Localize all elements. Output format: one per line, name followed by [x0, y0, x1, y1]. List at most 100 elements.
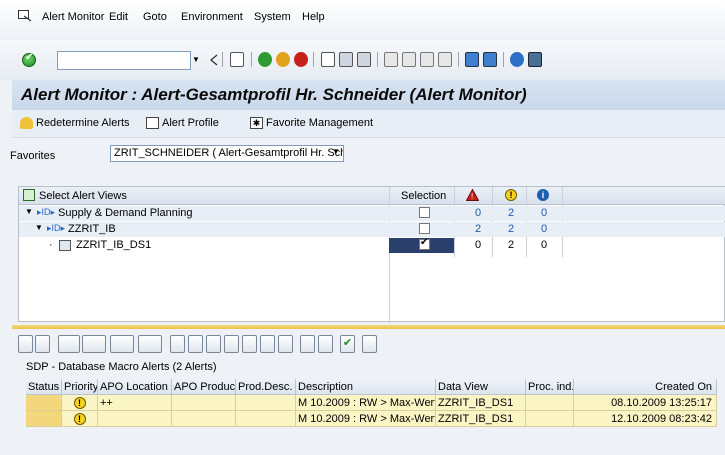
tree-row[interactable]: · ZZRIT_IB_DS1 0 2 0 [19, 237, 725, 253]
menu-system[interactable]: System [254, 11, 291, 23]
column-created-on[interactable]: Created On [574, 379, 717, 395]
application-toolbar: Redetermine Alerts Alert Profile ✱ Favor… [12, 110, 725, 138]
layout-menu-icon[interactable] [528, 52, 542, 67]
table-cell[interactable]: ZZRIT_IB_DS1 [436, 395, 526, 411]
details-icon[interactable] [18, 335, 33, 353]
export-icon[interactable] [110, 335, 134, 353]
warning-priority-icon: ! [505, 189, 517, 201]
command-field[interactable] [57, 51, 191, 70]
splitter[interactable] [12, 325, 725, 329]
toolbar-separator [458, 52, 459, 67]
alv-title: SDP - Database Macro Alerts (2 Alerts) [26, 361, 217, 373]
tree-row[interactable]: ▼ ▸ID▸ Supply & Demand Planning 0 2 0 [19, 206, 725, 221]
menu-help[interactable]: Help [302, 11, 325, 23]
menu-bar: Alert Monitor Edit Goto Environment Syst… [0, 0, 725, 40]
history-back-icon[interactable] [210, 54, 218, 66]
email-icon[interactable] [206, 335, 221, 353]
column-apo-location[interactable]: APO Location [98, 379, 172, 395]
chevron-down-icon[interactable]: ▼ [330, 147, 342, 160]
find-next-icon[interactable] [357, 52, 371, 67]
table-cell[interactable]: 12.10.2009 08:23:42 [574, 411, 717, 427]
menu-edit[interactable]: Edit [109, 11, 128, 23]
lock-icon[interactable] [260, 335, 275, 353]
window-menu-icon[interactable] [18, 10, 32, 22]
postpone-icon[interactable] [224, 335, 239, 353]
selection-checkbox[interactable] [419, 237, 430, 250]
cancel-icon[interactable] [294, 52, 308, 67]
tree-node-label: ZZRIT_IB_DS1 [76, 239, 152, 251]
navigate-icon[interactable] [318, 335, 333, 353]
column-status[interactable]: Status [26, 379, 62, 395]
check-icon[interactable]: ✔ [340, 335, 355, 353]
menu-goto[interactable]: Goto [143, 11, 167, 23]
column-priority[interactable]: Priority [62, 379, 98, 395]
table-cell[interactable]: ZZRIT_IB_DS1 [436, 411, 526, 427]
shortcut-icon[interactable] [483, 52, 497, 67]
redetermine-alerts-button[interactable]: Redetermine Alerts [20, 117, 130, 129]
table-cell[interactable]: 08.10.2009 13:25:17 [574, 395, 717, 411]
assign-icon[interactable] [278, 335, 293, 353]
selection-checkbox[interactable] [419, 207, 430, 218]
save-icon[interactable] [230, 52, 244, 67]
table-cell[interactable] [526, 395, 574, 411]
exit-icon[interactable] [276, 52, 290, 67]
select-views-icon[interactable] [23, 189, 35, 201]
error-priority-icon: ! [466, 189, 479, 201]
table-cell[interactable] [172, 411, 236, 427]
tree-row[interactable]: ▼ ▸ID▸ ZZRIT_IB 2 2 0 [19, 222, 725, 237]
close-alert-icon[interactable] [170, 335, 185, 353]
table-cell[interactable]: M 10.2009 : RW > Max-Wert [296, 395, 436, 411]
table-row-status[interactable] [26, 411, 62, 427]
expand-node-icon[interactable]: ▼ [25, 207, 33, 216]
next-page-icon[interactable] [420, 52, 434, 67]
favorite-icon[interactable] [242, 335, 257, 353]
delete-icon[interactable] [188, 335, 203, 353]
layout-icon[interactable] [138, 335, 162, 353]
views-icon[interactable] [82, 335, 106, 353]
column-data-view[interactable]: Data View [436, 379, 526, 395]
alert-profile-button[interactable]: Alert Profile [146, 117, 219, 129]
last-page-icon[interactable] [438, 52, 452, 67]
chevron-down-icon[interactable]: ▼ [190, 51, 202, 70]
column-description[interactable]: Description [296, 379, 436, 395]
table-row-status[interactable] [26, 395, 62, 411]
help-icon[interactable] [510, 52, 524, 67]
expand-node-icon[interactable]: ▼ [35, 223, 43, 232]
tree-header: Select Alert Views Selection ! ! i [19, 187, 725, 205]
find-icon[interactable] [339, 52, 353, 67]
favorites-dropdown[interactable]: ZRIT_SCHNEIDER ( Alert-Gesamtprofil Hr. … [110, 145, 344, 162]
standard-toolbar: ▼ [0, 40, 725, 80]
favorite-management-button[interactable]: ✱ Favorite Management [250, 117, 373, 129]
data-view-icon [59, 240, 71, 251]
table-cell[interactable] [526, 411, 574, 427]
node-icon: ▸ID▸ [37, 207, 56, 217]
zoom-icon[interactable] [362, 335, 377, 353]
column-apo-product[interactable]: APO Product [172, 379, 236, 395]
back-icon[interactable] [258, 52, 272, 67]
previous-page-icon[interactable] [402, 52, 416, 67]
column-select-alert-views: Select Alert Views [39, 190, 127, 202]
table-cell[interactable]: M 10.2009 : RW > Max-Wert [296, 411, 436, 427]
first-page-icon[interactable] [384, 52, 398, 67]
table-cell[interactable] [172, 395, 236, 411]
table-cell[interactable] [236, 395, 296, 411]
toolbar-separator [503, 52, 504, 67]
table-cell[interactable] [98, 411, 172, 427]
warning-priority-icon: ! [73, 413, 86, 425]
table-cell[interactable]: ++ [98, 395, 172, 411]
print-icon[interactable] [321, 52, 335, 67]
filter-icon[interactable] [35, 335, 50, 353]
node-icon: ▸ID▸ [47, 223, 66, 233]
print-preview-icon[interactable] [58, 335, 80, 353]
column-proc-ind[interactable]: Proc. ind. [526, 379, 574, 395]
menu-environment[interactable]: Environment [181, 11, 243, 23]
menu-alert-monitor[interactable]: Alert Monitor [42, 11, 104, 23]
tree-node-label: Supply & Demand Planning [58, 207, 193, 219]
selection-checkbox[interactable] [419, 223, 430, 234]
table-cell[interactable] [236, 411, 296, 427]
create-session-icon[interactable] [465, 52, 479, 67]
column-prod-desc[interactable]: Prod.Desc. [236, 379, 296, 395]
enter-button[interactable] [22, 52, 36, 67]
alert-views-tree: Select Alert Views Selection ! ! i ▼ ▸ID… [18, 186, 725, 323]
planning-book-icon[interactable] [300, 335, 315, 353]
